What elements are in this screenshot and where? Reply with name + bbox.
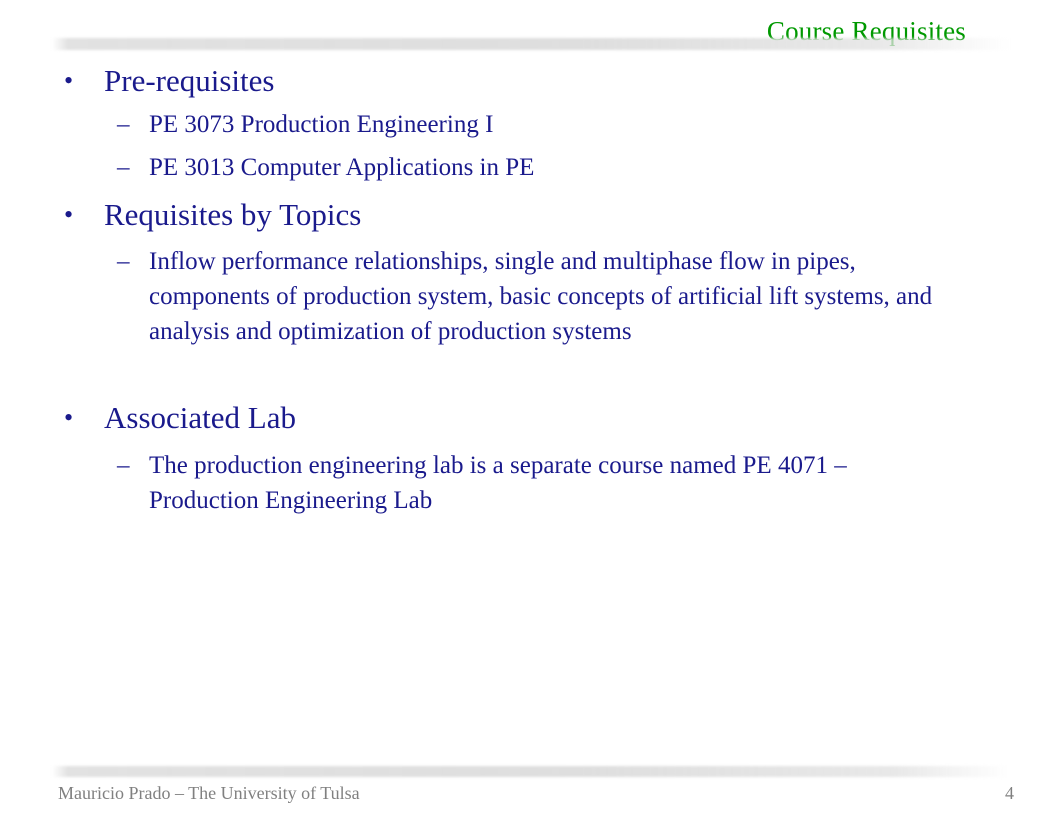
page-number: 4 (1005, 783, 1014, 803)
list-item-label: PE 3073 Production Engineering I (149, 111, 494, 138)
slide: Course Requisites • Pre-requisites – PE … (0, 0, 1062, 822)
slide-footer: Mauricio Prado – The University of Tulsa… (0, 758, 1062, 822)
bullet-dot-icon: • (64, 66, 74, 95)
list-item-label: PE 3013 Computer Applications in PE (149, 154, 535, 181)
list-item: – PE 3073 Production Engineering I (0, 107, 1062, 142)
list-item-label: Inflow performance relationships, single… (149, 248, 933, 345)
slide-body: • Pre-requisites – PE 3073 Production En… (0, 58, 1062, 758)
dash-bullet-icon: – (117, 452, 130, 479)
dash-bullet-icon: – (117, 154, 130, 181)
dash-bullet-icon: – (117, 248, 130, 275)
list-item-label: Requisites by Topics (104, 197, 362, 232)
list-item: • Pre-requisites (0, 60, 1062, 102)
footer-divider-bar (52, 766, 1010, 777)
list-item: – Inflow performance relationships, sing… (0, 244, 1062, 384)
slide-header: Course Requisites (0, 0, 1062, 58)
bullet-dot-icon: • (64, 403, 74, 432)
list-item: – The production engineering lab is a se… (0, 448, 1062, 553)
list-item: • Requisites by Topics (0, 194, 1062, 236)
list-item: – PE 3013 Computer Applications in PE (0, 150, 1062, 185)
list-item-label: Pre-requisites (104, 63, 275, 98)
dash-bullet-icon: – (117, 111, 130, 138)
list-item-label: The production engineering lab is a sepa… (149, 452, 847, 514)
list-item-label: Associated Lab (104, 400, 296, 435)
footer-attribution: Mauricio Prado – The University of Tulsa (58, 783, 360, 803)
header-divider-bar (52, 38, 1010, 50)
list-item: • Associated Lab (0, 397, 1062, 439)
bullet-dot-icon: • (64, 200, 74, 229)
